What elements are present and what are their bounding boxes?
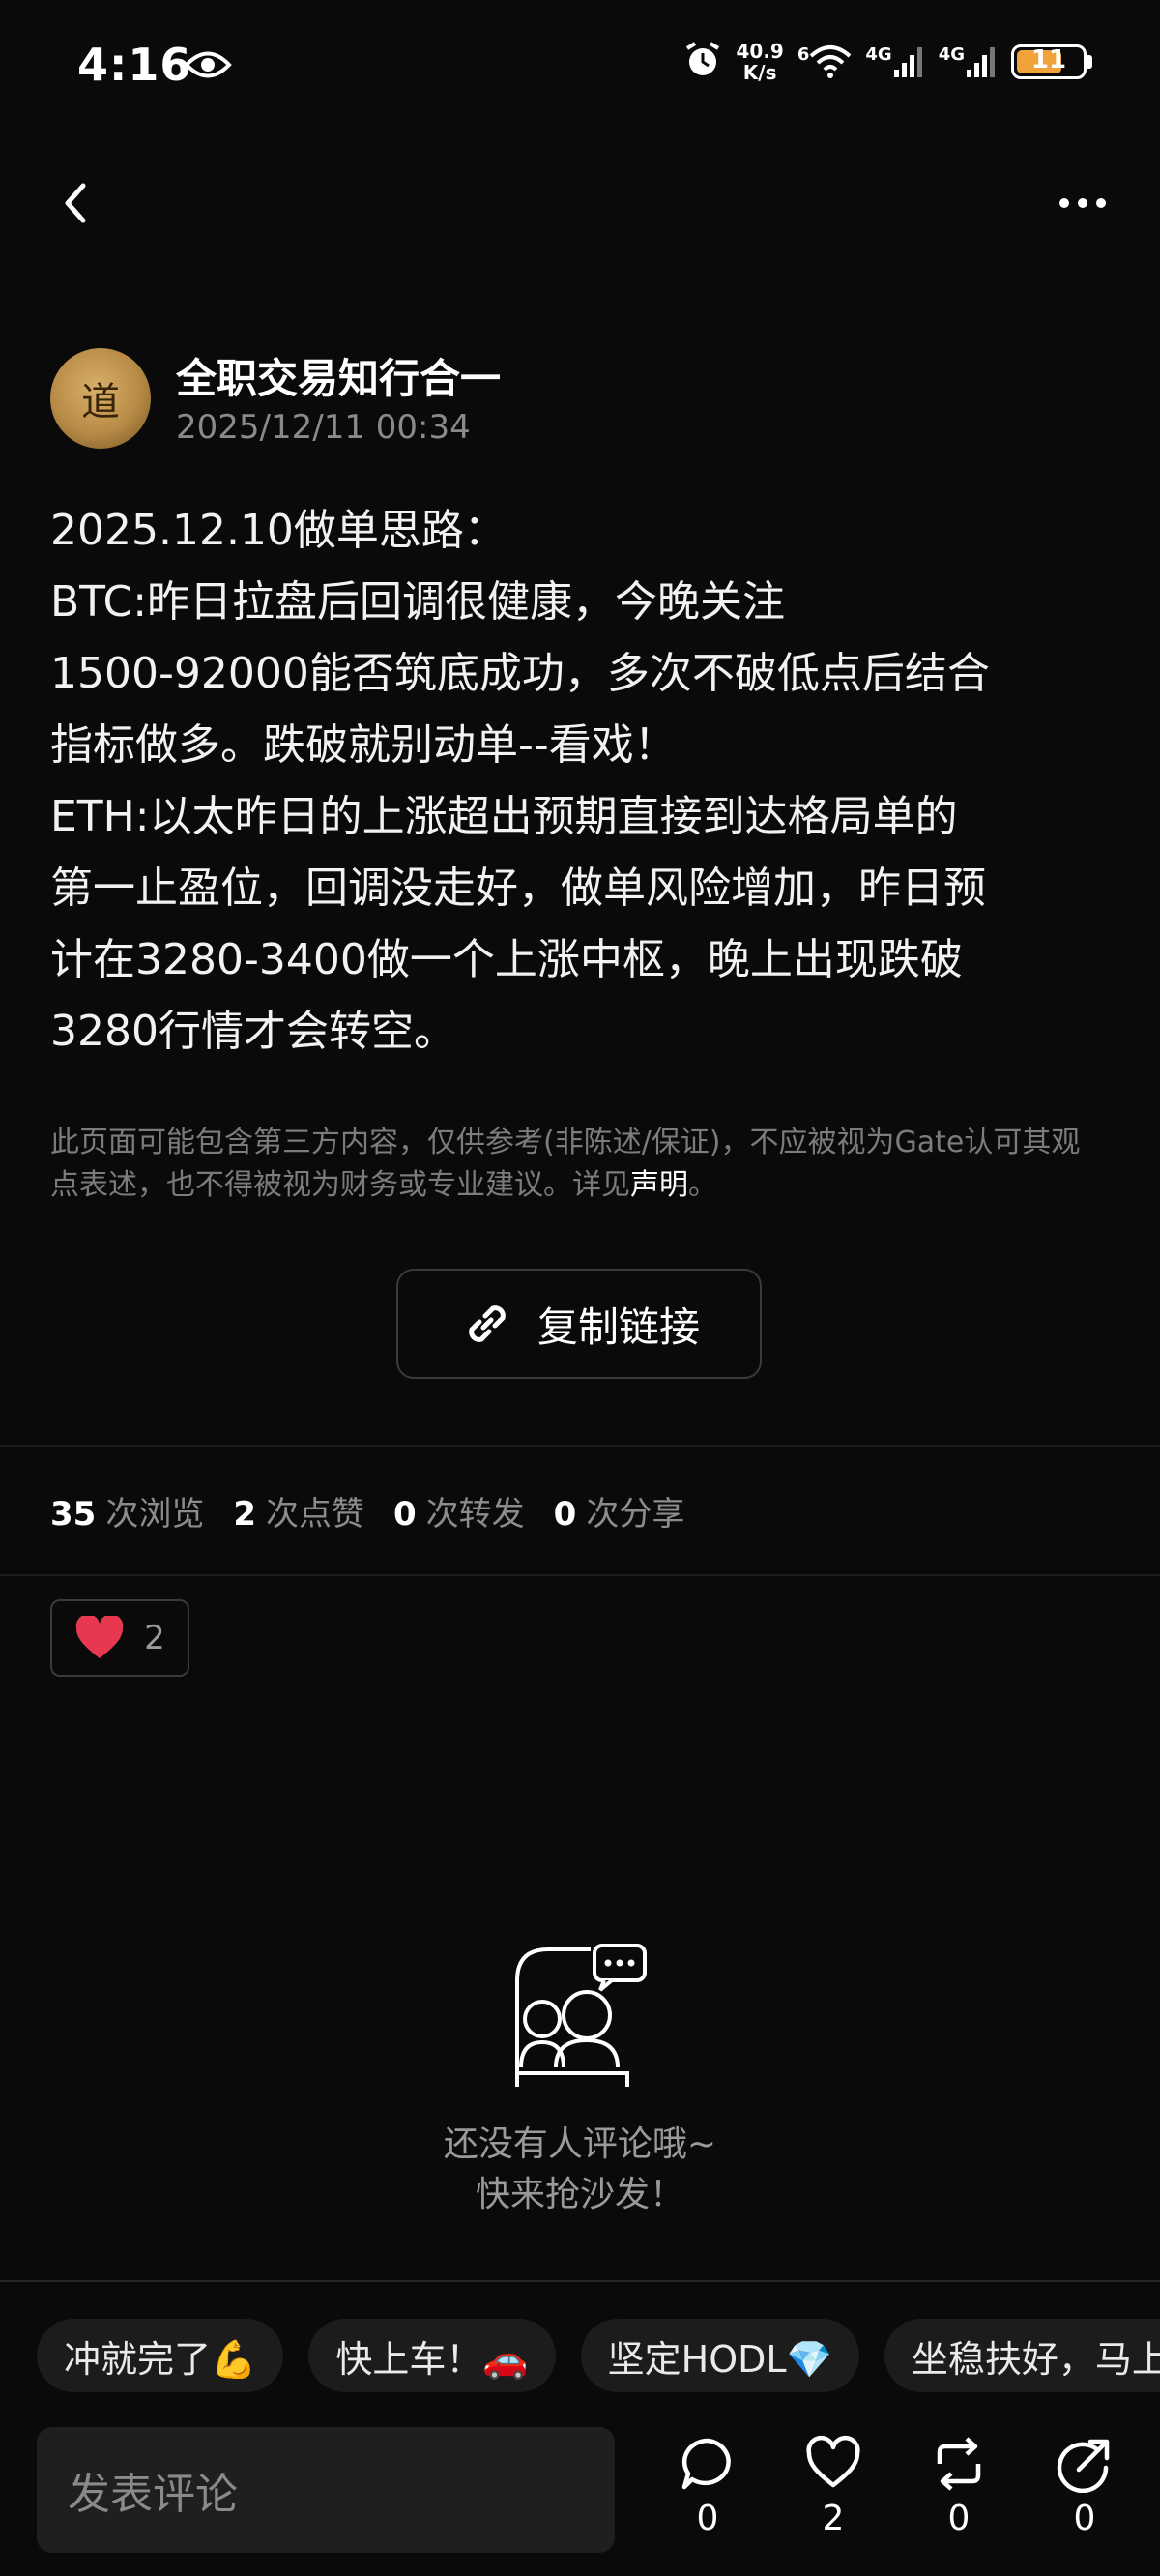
disclaimer-link[interactable]: 声明 [630, 1168, 688, 1202]
signal-icon-1: 4G [865, 44, 924, 79]
quick-reply-chip[interactable]: 冲就完了💪 [37, 2319, 284, 2392]
share-icon [1057, 2439, 1110, 2493]
post-line: 3280行情才会转空。 [50, 1007, 456, 1056]
stat-label: 次浏览 [105, 1495, 205, 1534]
like-count: 2 [822, 2499, 845, 2538]
divider [0, 1445, 1160, 1447]
stat-value: 2 [233, 1495, 256, 1534]
status-icons: 40.9 K/s 6 4G 4G 11 [683, 41, 1092, 83]
copy-link-label: 复制链接 [536, 1303, 700, 1351]
signal-icon-2: 4G [939, 44, 998, 79]
post-line: 2025.12.10做单思路： [50, 506, 507, 555]
alarm-icon [683, 41, 722, 83]
avatar[interactable]: 道 [50, 348, 151, 449]
more-dot-icon [1096, 198, 1106, 208]
share-count: 0 [1073, 2499, 1096, 2538]
share-action[interactable]: 0 [1046, 2435, 1123, 2538]
post-time: 2025/12/11 00:34 [176, 408, 471, 447]
more-options-button[interactable] [1044, 184, 1121, 222]
stat-likes: 2 次点赞 [233, 1487, 364, 1535]
quick-reply-chip[interactable]: 坐稳扶好，马上 [884, 2319, 1160, 2392]
stat-label: 次点赞 [266, 1495, 364, 1534]
divider [0, 2280, 1160, 2282]
eye-icon [184, 48, 232, 85]
net-speed-value: 40.9 [736, 40, 784, 63]
disclaimer: 此页面可能包含第三方内容，仅供参考(非陈述/保证)，不应被视为Gate认可其观点… [50, 1122, 1104, 1207]
status-time: 4:16 [77, 39, 192, 91]
stat-shares: 0 次分享 [554, 1487, 685, 1535]
stat-views: 35 次浏览 [50, 1487, 204, 1535]
post-line: ETH:以太昨日的上涨超出预期直接到达格局单的 [50, 792, 958, 841]
heart-outline-icon [806, 2435, 860, 2488]
signal-1-label: 4G [865, 44, 892, 65]
post-line: BTC:昨日拉盘后回调很健康，今晚关注 [50, 577, 786, 627]
back-button[interactable] [48, 174, 106, 232]
chevron-left-icon [65, 183, 86, 223]
wifi-icon: 6 [798, 44, 853, 79]
post-content: 2025.12.10做单思路： BTC:昨日拉盘后回调很健康，今晚关注 1500… [50, 495, 1123, 1068]
copy-link-button[interactable]: 复制链接 [396, 1269, 762, 1379]
heart-icon [75, 1616, 124, 1658]
disclaimer-text: 此页面可能包含第三方内容，仅供参考(非陈述/保证)，不应被视为Gate认可其观点… [50, 1126, 1081, 1202]
stat-value: 0 [393, 1495, 417, 1534]
signal-2-label: 4G [938, 44, 965, 65]
wifi-sup: 6 [797, 44, 810, 65]
quick-replies: 冲就完了💪 快上车！🚗 坚定HODL💎 坐稳扶好，马上 [37, 2319, 1160, 2392]
no-comments-icon [508, 1942, 652, 2087]
quick-reply-chip[interactable]: 坚定HODL💎 [580, 2319, 859, 2392]
repost-count: 0 [947, 2499, 971, 2538]
more-dot-icon [1078, 198, 1088, 208]
post-line: 1500-92000能否筑底成功，多次不破低点后结合 [50, 649, 990, 698]
battery-icon: 11 [1011, 44, 1092, 79]
post-line: 第一止盈位，回调没走好，做单风险增加，昨日预 [50, 864, 986, 913]
stat-label: 次分享 [586, 1495, 685, 1534]
comment-action[interactable]: 0 [669, 2435, 746, 2538]
repost-action[interactable]: 0 [920, 2435, 998, 2538]
stat-value: 35 [50, 1495, 97, 1534]
more-dot-icon [1059, 198, 1069, 208]
quick-reply-chip[interactable]: 快上车！🚗 [308, 2319, 556, 2392]
stat-reposts: 0 次转发 [393, 1487, 525, 1535]
post-stats: 35 次浏览 2 次点赞 0 次转发 0 次分享 [50, 1487, 684, 1535]
net-speed-unit: K/s [742, 61, 777, 84]
reaction-count: 2 [144, 1619, 165, 1657]
comment-count: 0 [696, 2499, 719, 2538]
divider [0, 1574, 1160, 1576]
empty-comments-text: 还没有人评论哦~ 快来抢沙发！ [0, 2120, 1160, 2220]
repost-icon [937, 2437, 981, 2491]
empty-line-2: 快来抢沙发！ [475, 2175, 684, 2214]
comment-input[interactable]: 发表评论 [37, 2427, 615, 2553]
stat-value: 0 [553, 1495, 577, 1534]
author-name[interactable]: 全职交易知行合一 [176, 346, 501, 405]
stat-label: 次转发 [425, 1495, 525, 1534]
empty-line-1: 还没有人评论哦~ [443, 2124, 717, 2164]
disclaimer-end: 。 [688, 1168, 717, 1202]
heart-reaction-chip[interactable]: 2 [50, 1599, 189, 1677]
battery-level: 11 [1030, 45, 1067, 74]
post-line: 计在3280-3400做一个上涨中枢，晚上出现跌破 [50, 935, 963, 984]
net-speed: 40.9 K/s [736, 41, 783, 83]
link-icon [469, 1305, 506, 1342]
like-action[interactable]: 2 [795, 2435, 872, 2538]
post-line: 指标做多。跌破就别动单--看戏！ [50, 720, 677, 770]
comment-icon [682, 2438, 731, 2490]
